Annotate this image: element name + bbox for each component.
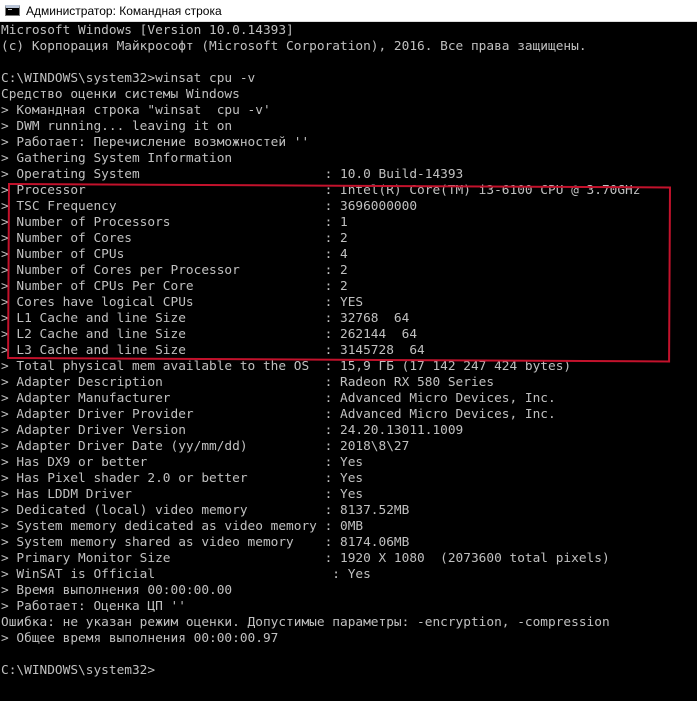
console-line: > L2 Cache and line Size : 262144 64 xyxy=(1,327,418,342)
console-line: > Adapter Manufacturer : Advanced Micro … xyxy=(1,391,556,406)
console-line: > System memory dedicated as video memor… xyxy=(1,519,364,534)
console-line: > Primary Monitor Size : 1920 X 1080 (20… xyxy=(1,551,610,566)
console-line: > Number of Cores per Processor : 2 xyxy=(1,263,348,278)
console-line: > Adapter Driver Provider : Advanced Mic… xyxy=(1,407,556,422)
console-line: > Has LDDM Driver : Yes xyxy=(1,487,364,502)
console-line: > Cores have logical CPUs : YES xyxy=(1,295,364,310)
console-line: > Dedicated (local) video memory : 8137.… xyxy=(1,503,410,518)
console-line: > WinSAT is Official : Yes xyxy=(1,567,371,582)
console-line: Средство оценки системы Windows xyxy=(1,87,240,102)
console-line: (c) Корпорация Майкрософт (Microsoft Cor… xyxy=(1,39,587,54)
console-output[interactable]: Microsoft Windows [Version 10.0.14393] (c… xyxy=(1,23,691,679)
console-line: > Total physical mem available to the OS… xyxy=(1,359,572,374)
console-line: > L1 Cache and line Size : 32768 64 xyxy=(1,311,410,326)
console-line: > TSC Frequency : 3696000000 xyxy=(1,199,418,214)
console-window-icon xyxy=(5,5,20,16)
title-bar[interactable]: Администратор: Командная строка xyxy=(0,0,697,22)
console-line: > Общее время выполнения 00:00:00.97 xyxy=(1,631,279,646)
console-line: C:\WINDOWS\system32> xyxy=(1,663,156,678)
console-line: > Has DX9 or better : Yes xyxy=(1,455,364,470)
console-line: > Number of CPUs Per Core : 2 xyxy=(1,279,348,294)
console-line: > Командная строка "winsat cpu -v' xyxy=(1,103,271,118)
console-line: Ошибка: не указан режим оценки. Допустим… xyxy=(1,615,610,630)
window-title: Администратор: Командная строка xyxy=(26,3,222,18)
console-line: > Время выполнения 00:00:00.00 xyxy=(1,583,233,598)
console-line: > Number of CPUs : 4 xyxy=(1,247,348,262)
console-line: > Adapter Driver Version : 24.20.13011.1… xyxy=(1,423,464,438)
console-line: > Gathering System Information xyxy=(1,151,233,166)
console-line: Microsoft Windows [Version 10.0.14393] xyxy=(1,23,294,38)
console-line: > DWM running... leaving it on xyxy=(1,119,233,134)
console-line: C:\WINDOWS\system32>winsat cpu -v xyxy=(1,71,256,86)
console-line: > Работает: Перечисление возможностей '' xyxy=(1,135,310,150)
console-line: > Работает: Оценка ЦП '' xyxy=(1,599,186,614)
console-line: > Adapter Driver Date (yy/mm/dd) : 2018\… xyxy=(1,439,410,454)
console-line: > L3 Cache and line Size : 3145728 64 xyxy=(1,343,425,358)
console-line: > Number of Processors : 1 xyxy=(1,215,348,230)
console-line: > Has Pixel shader 2.0 or better : Yes xyxy=(1,471,364,486)
console-line: > Number of Cores : 2 xyxy=(1,231,348,246)
console-line: > Processor : Intel(R) Core(TM) i3-6100 … xyxy=(1,183,641,198)
console-window: Администратор: Командная строка Microsof… xyxy=(0,0,697,701)
console-line: > Operating System : 10.0 Build-14393 xyxy=(1,167,464,182)
console-line: > System memory shared as video memory :… xyxy=(1,535,410,550)
console-line: > Adapter Description : Radeon RX 580 Se… xyxy=(1,375,495,390)
